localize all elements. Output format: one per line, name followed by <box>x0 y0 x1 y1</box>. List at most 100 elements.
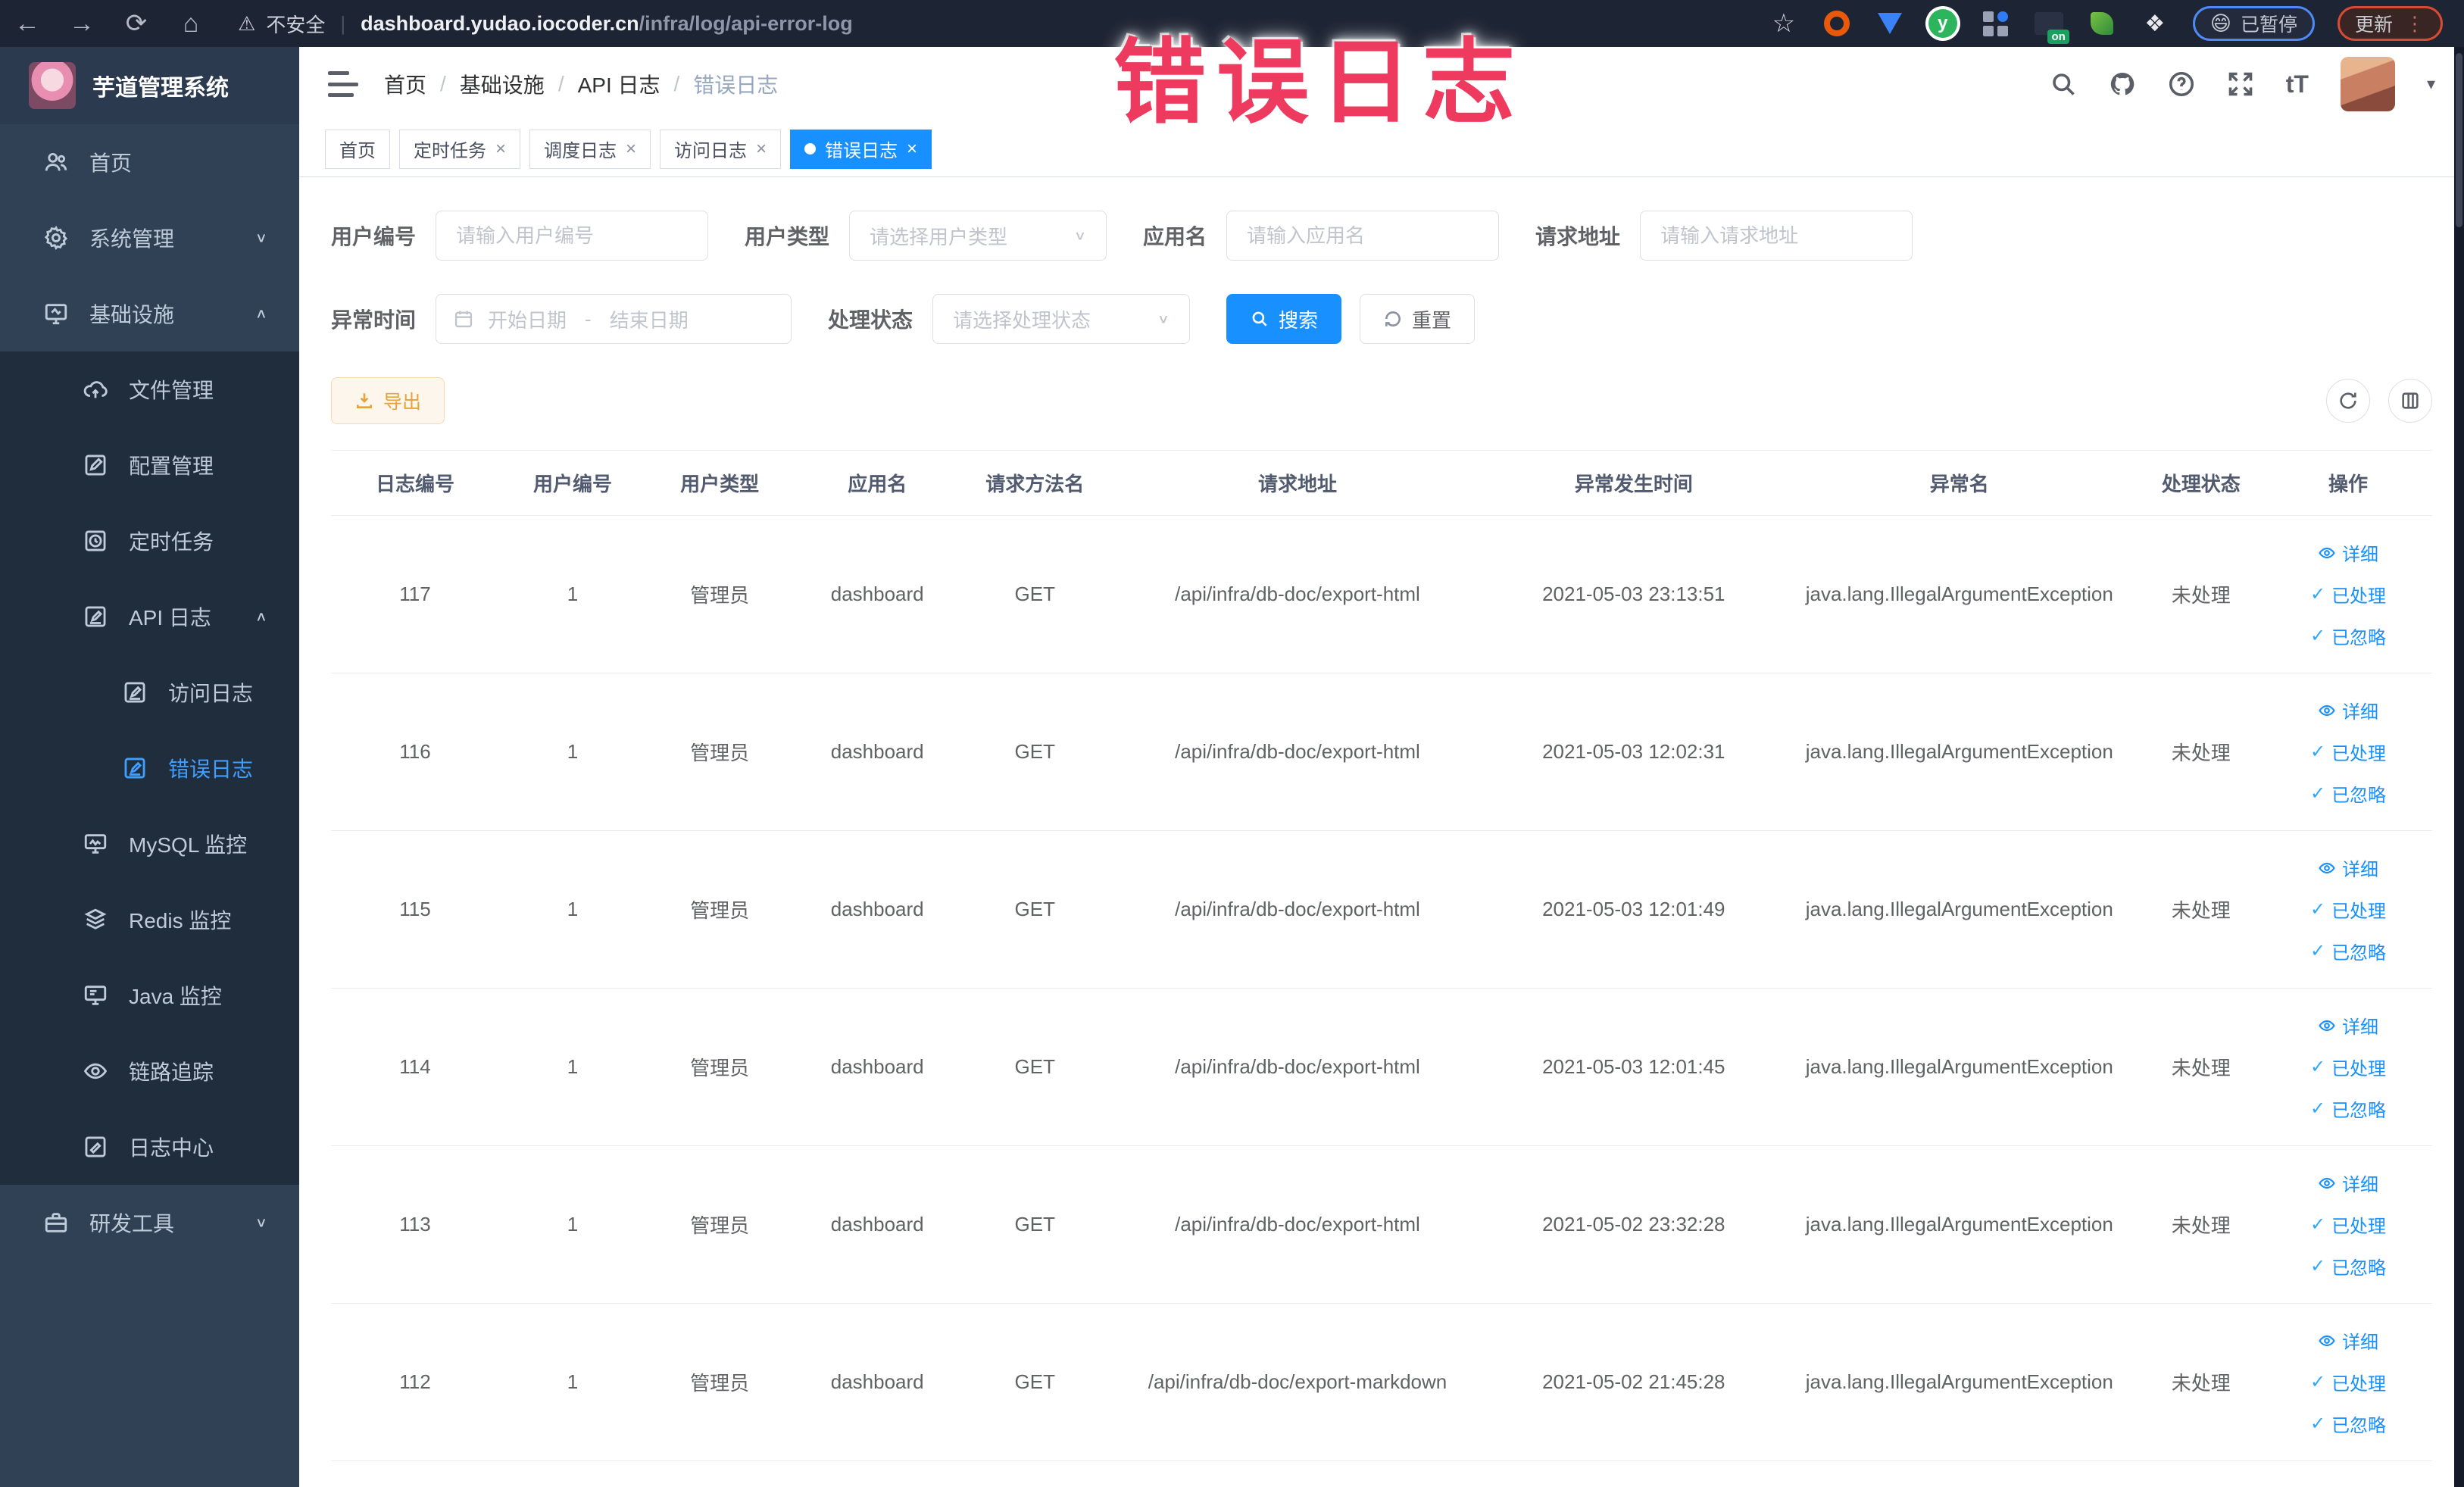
sidebar-item-Java-监控[interactable]: Java 监控 <box>0 957 299 1033</box>
extension-orange-icon[interactable] <box>1822 8 1852 39</box>
detail-action[interactable]: 详细 <box>2318 1012 2378 1039</box>
sidebar-item-配置管理[interactable]: 配置管理 <box>0 427 299 503</box>
extension-green-circle-icon[interactable]: y <box>1928 8 1958 39</box>
paused-badge[interactable]: 😄 已暂停 <box>2192 6 2315 41</box>
browser-scrollbar[interactable] <box>2454 47 2464 1487</box>
extension-leaf-icon[interactable] <box>2087 8 2117 39</box>
browser-menu-kebab-icon[interactable]: ⋮ <box>2405 12 2425 36</box>
help-icon[interactable] <box>2168 70 2195 98</box>
browser-forward-icon[interactable]: → <box>55 9 109 39</box>
search-icon[interactable] <box>2050 70 2077 98</box>
tab-访问日志[interactable]: 访问日志 × <box>660 129 782 169</box>
refresh-icon <box>2340 392 2356 409</box>
github-icon[interactable] <box>2109 70 2136 98</box>
close-icon[interactable]: × <box>907 139 917 160</box>
processed-action[interactable]: ✓ 已处理 <box>2310 739 2386 765</box>
extension-grid-icon[interactable] <box>1981 8 2011 39</box>
browser-back-icon[interactable]: ← <box>0 9 55 39</box>
breadcrumb-item[interactable]: 首页 <box>384 69 426 99</box>
sidebar-logo[interactable]: 芋道管理系统 <box>0 47 299 124</box>
check-icon: ✓ <box>2309 899 2326 920</box>
cell-url: /api/infra/db-doc/export-html <box>1108 673 1487 831</box>
processed-action[interactable]: ✓ 已处理 <box>2310 1054 2386 1080</box>
breadcrumb-item[interactable]: API 日志 <box>578 69 661 99</box>
sidebar-item-label: 链路追踪 <box>129 1061 214 1084</box>
update-badge[interactable]: 更新 ⋮ <box>2337 6 2443 41</box>
browser-home-icon[interactable]: ⌂ <box>164 9 218 39</box>
url-domain: dashboard.yudao.iocoder.cn <box>361 11 639 35</box>
hamburger-icon[interactable] <box>328 71 358 97</box>
extension-blue-icon[interactable] <box>1875 8 1905 39</box>
extension-on-badge-icon[interactable] <box>2034 8 2069 44</box>
bookmark-star-icon[interactable]: ☆ <box>1769 8 1799 39</box>
tab-调度日志[interactable]: 调度日志 × <box>529 129 651 169</box>
close-icon[interactable]: × <box>756 139 767 160</box>
cell-actions: 详细 ✓ 已处理 ✓ 已忽略 <box>2264 1145 2432 1304</box>
status-select[interactable]: 请选择处理状态 ∨ <box>932 294 1191 344</box>
sidebar-item-日志中心[interactable]: 日志中心 <box>0 1109 299 1185</box>
browser-extensions-area: ☆ y ❖ 😄已暂停 更新⋮ <box>1769 6 2464 44</box>
ignored-action[interactable]: ✓ 已忽略 <box>2310 1253 2386 1279</box>
address-bar[interactable]: ⚠ 不安全 | dashboard.yudao.iocoder.cn/infra… <box>238 10 853 38</box>
font-size-icon[interactable]: tT <box>2286 70 2309 98</box>
sidebar-item-基础设施[interactable]: 基础设施 ∧ <box>0 276 299 351</box>
tab-首页[interactable]: 首页 <box>325 129 390 169</box>
tab-错误日志[interactable]: 错误日志 × <box>790 129 932 169</box>
close-icon[interactable]: × <box>626 139 636 160</box>
app-name-input[interactable] <box>1226 211 1500 261</box>
reset-button[interactable]: 重置 <box>1360 294 1476 344</box>
sidebar-item-定时任务[interactable]: 定时任务 <box>0 503 299 579</box>
req-url-input[interactable] <box>1640 211 1913 261</box>
reset-icon <box>1385 311 1401 326</box>
sidebar-item-label: 错误日志 <box>168 758 254 781</box>
cell-exception: java.lang.IllegalArgumentException <box>1781 830 2138 989</box>
cell-status: 未处理 <box>2138 673 2265 831</box>
tab-定时任务[interactable]: 定时任务 × <box>399 129 521 169</box>
sidebar-item-研发工具[interactable]: 研发工具 ∨ <box>0 1185 299 1261</box>
cell-method: GET <box>961 515 1109 673</box>
sidebar-item-首页[interactable]: 首页 <box>0 124 299 200</box>
cell-user_id: 1 <box>498 515 647 673</box>
fullscreen-icon[interactable] <box>2227 70 2254 98</box>
sidebar-item-错误日志[interactable]: 错误日志 <box>0 730 299 806</box>
processed-action[interactable]: ✓ 已处理 <box>2310 1369 2386 1395</box>
sidebar-item-文件管理[interactable]: 文件管理 <box>0 351 299 427</box>
avatar-caret-icon[interactable]: ▾ <box>2427 74 2435 94</box>
column-header: 请求地址 <box>1108 450 1487 516</box>
error-time-daterange[interactable]: 开始日期 - 结束日期 <box>436 294 792 344</box>
browser-reload-icon[interactable]: ⟳ <box>109 8 164 39</box>
sidebar-item-链路追踪[interactable]: 链路追踪 <box>0 1033 299 1109</box>
sidebar-item-Redis-监控[interactable]: Redis 监控 <box>0 882 299 957</box>
ignored-action[interactable]: ✓ 已忽略 <box>2310 938 2386 964</box>
processed-action[interactable]: ✓ 已处理 <box>2310 581 2386 608</box>
search-button[interactable]: 搜索 <box>1226 294 1342 344</box>
detail-action[interactable]: 详细 <box>2318 1327 2378 1354</box>
extensions-puzzle-icon[interactable]: ❖ <box>2140 8 2170 39</box>
columns-button[interactable] <box>2388 379 2432 423</box>
sidebar-item-访问日志[interactable]: 访问日志 <box>0 654 299 730</box>
ignored-action[interactable]: ✓ 已忽略 <box>2310 1095 2386 1122</box>
processed-action[interactable]: ✓ 已处理 <box>2310 1211 2386 1238</box>
detail-action[interactable]: 详细 <box>2318 697 2378 723</box>
eye-icon <box>2319 547 2335 558</box>
processed-action[interactable]: ✓ 已处理 <box>2310 896 2386 923</box>
ignored-action[interactable]: ✓ 已忽略 <box>2310 623 2386 649</box>
ignored-action[interactable]: ✓ 已忽略 <box>2310 780 2386 807</box>
cell-user_id: 1 <box>498 830 647 989</box>
detail-action[interactable]: 详细 <box>2318 1170 2378 1196</box>
user-type-select[interactable]: 请选择用户类型 ∨ <box>849 211 1107 261</box>
refresh-button[interactable] <box>2326 379 2370 423</box>
avatar[interactable] <box>2340 57 2395 111</box>
scrollbar-thumb[interactable] <box>2456 53 2462 227</box>
sidebar-item-MySQL-监控[interactable]: MySQL 监控 <box>0 806 299 882</box>
sidebar-item-系统管理[interactable]: 系统管理 ∨ <box>0 200 299 276</box>
ignored-action[interactable]: ✓ 已忽略 <box>2310 1410 2386 1437</box>
export-button[interactable]: 导出 <box>331 377 445 424</box>
user-id-input[interactable] <box>436 211 709 261</box>
breadcrumb-item[interactable]: 基础设施 <box>460 69 545 99</box>
detail-action[interactable]: 详细 <box>2318 539 2378 566</box>
detail-action[interactable]: 详细 <box>2318 854 2378 881</box>
close-icon[interactable]: × <box>495 139 506 160</box>
cell-app: dashboard <box>793 515 962 673</box>
sidebar-item-API-日志[interactable]: API 日志 ∧ <box>0 579 299 654</box>
